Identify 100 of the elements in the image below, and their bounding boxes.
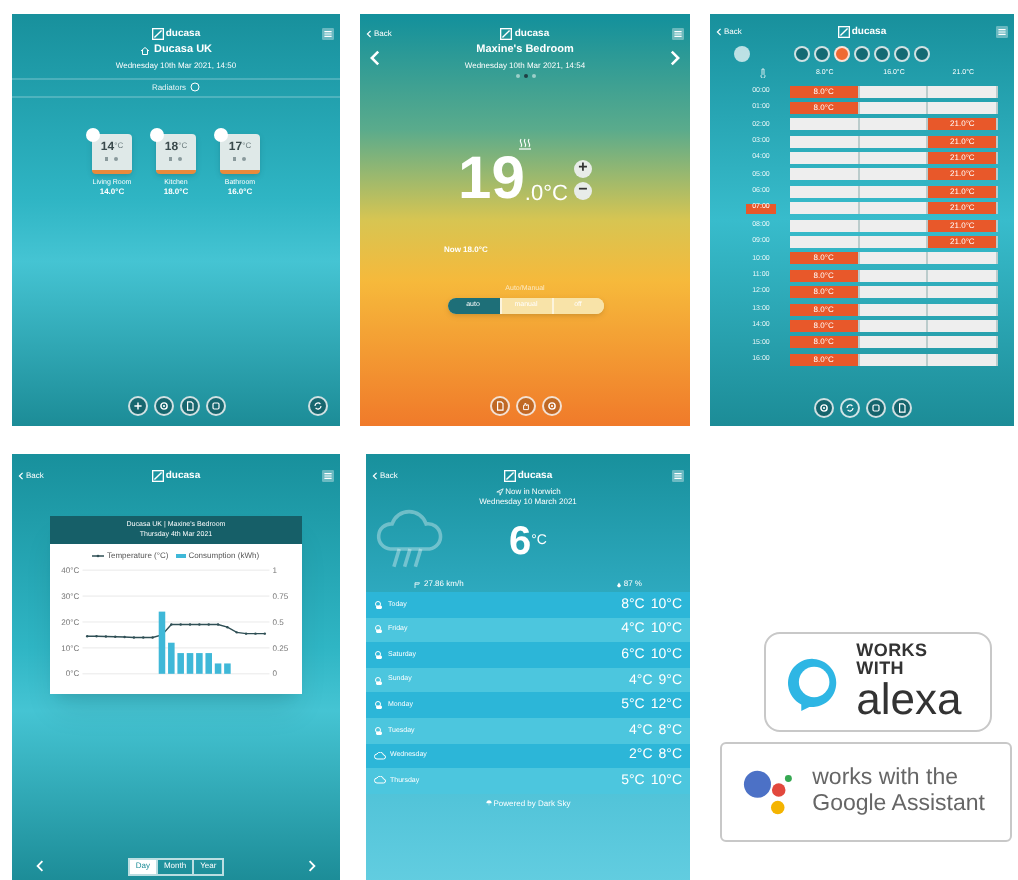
droplet-icon <box>615 581 622 587</box>
toolbar-button[interactable] <box>489 396 509 416</box>
toggle-knob[interactable] <box>214 127 228 141</box>
day-button[interactable] <box>874 45 890 61</box>
toggle-knob[interactable] <box>150 127 164 141</box>
day-button[interactable] <box>894 45 910 61</box>
menu-icon[interactable] <box>322 470 334 482</box>
legend-line-icon <box>92 554 105 558</box>
toolbar-button[interactable] <box>891 398 911 418</box>
schedule-cell[interactable] <box>928 286 999 299</box>
schedule-cell[interactable] <box>859 269 929 282</box>
square-icon <box>869 402 881 414</box>
schedule-cell[interactable] <box>859 101 929 114</box>
toggle-knob[interactable] <box>86 127 100 141</box>
sun-cloud-icon <box>374 624 384 635</box>
badge-caption: WORKS WITH <box>856 642 930 678</box>
chevron-left-icon <box>716 28 722 36</box>
chevron-left-icon[interactable] <box>36 860 44 872</box>
schedule-cell[interactable] <box>859 286 929 299</box>
toolbar-button[interactable] <box>127 396 147 416</box>
document-icon <box>895 402 907 414</box>
schedule-cell[interactable] <box>859 319 929 332</box>
schedule-cell[interactable] <box>790 135 860 148</box>
thermometer-icon <box>758 68 768 78</box>
day-button[interactable] <box>814 45 830 61</box>
schedule-cell[interactable] <box>859 168 929 181</box>
logo-icon <box>503 470 516 482</box>
schedule-cell[interactable] <box>859 185 929 198</box>
status-icons <box>168 155 184 161</box>
schedule-cell[interactable] <box>859 85 929 97</box>
toolbar-button[interactable] <box>865 398 885 418</box>
schedule-cell[interactable] <box>859 336 929 349</box>
circle-icon[interactable] <box>190 82 201 92</box>
sun-cloud-icon <box>374 725 384 736</box>
toolbar-button[interactable] <box>541 396 561 416</box>
toolbar-button[interactable] <box>153 396 173 416</box>
schedule-cell[interactable] <box>790 168 860 181</box>
schedule-cell[interactable] <box>859 252 929 265</box>
plus-button[interactable]: + <box>573 159 592 177</box>
schedule-cell[interactable] <box>928 336 999 349</box>
schedule-cell[interactable] <box>790 118 860 131</box>
sun-cloud-icon <box>374 599 384 610</box>
toolbar-button[interactable] <box>515 396 535 416</box>
dots-logo-icon <box>742 768 793 816</box>
schedule-cell[interactable] <box>928 101 999 114</box>
location-icon <box>495 488 504 496</box>
schedule-cell[interactable] <box>790 219 860 232</box>
settings-button[interactable] <box>734 45 750 61</box>
chevron-left-icon <box>18 472 24 480</box>
schedule-cell[interactable] <box>928 269 999 282</box>
gear-icon <box>157 400 169 412</box>
schedule-cell[interactable] <box>859 219 929 232</box>
umbrella-icon <box>485 800 492 807</box>
menu-icon[interactable] <box>996 26 1008 38</box>
menu-icon[interactable] <box>672 28 684 40</box>
schedule-cell[interactable] <box>790 185 860 198</box>
logo-icon <box>500 28 513 40</box>
chevron-left-icon <box>372 472 378 480</box>
setpoint-unit: .0°C <box>524 183 568 205</box>
gear-icon <box>817 402 829 414</box>
toolbar-button[interactable] <box>179 396 199 416</box>
schedule-cell[interactable] <box>859 202 929 215</box>
menu-icon[interactable] <box>322 28 334 40</box>
heater-icon <box>518 137 532 149</box>
schedule-cell[interactable] <box>859 152 929 165</box>
home-icon <box>139 46 150 57</box>
minus-button[interactable]: − <box>573 181 592 199</box>
toolbar-button[interactable] <box>308 396 328 416</box>
logo-icon <box>151 28 164 40</box>
schedule-cell[interactable] <box>790 202 860 215</box>
day-button[interactable] <box>794 45 810 61</box>
day-button[interactable] <box>854 45 870 61</box>
document-icon <box>183 400 195 412</box>
gear-icon <box>545 400 557 412</box>
schedule-cell[interactable] <box>928 303 999 316</box>
schedule-cell[interactable] <box>859 236 929 249</box>
day-button[interactable] <box>914 45 930 61</box>
schedule-cell[interactable] <box>928 85 999 97</box>
hand-icon <box>519 400 531 412</box>
menu-icon[interactable] <box>672 470 684 482</box>
schedule-cell[interactable] <box>859 303 929 316</box>
schedule-cell[interactable] <box>928 319 999 332</box>
cloud-icon <box>374 776 386 785</box>
schedule-cell[interactable] <box>928 353 999 366</box>
badge-caption: works with the Google Assistant <box>812 766 987 818</box>
toolbar-button[interactable] <box>205 396 225 416</box>
chevron-right-icon[interactable] <box>308 860 316 872</box>
status-icons <box>232 155 248 161</box>
schedule-cell[interactable] <box>859 135 929 148</box>
schedule-cell[interactable] <box>859 353 929 366</box>
schedule-cell[interactable] <box>790 236 860 249</box>
toolbar-button[interactable] <box>813 398 833 418</box>
day-button[interactable] <box>834 45 850 61</box>
schedule-cell[interactable] <box>790 152 860 165</box>
schedule-cell[interactable] <box>859 118 929 131</box>
temperature-value: 6 <box>509 522 532 562</box>
toolbar-button[interactable] <box>839 398 859 418</box>
chevron-right-icon[interactable] <box>670 50 680 66</box>
refresh-icon <box>312 400 324 412</box>
schedule-cell[interactable] <box>928 252 999 265</box>
